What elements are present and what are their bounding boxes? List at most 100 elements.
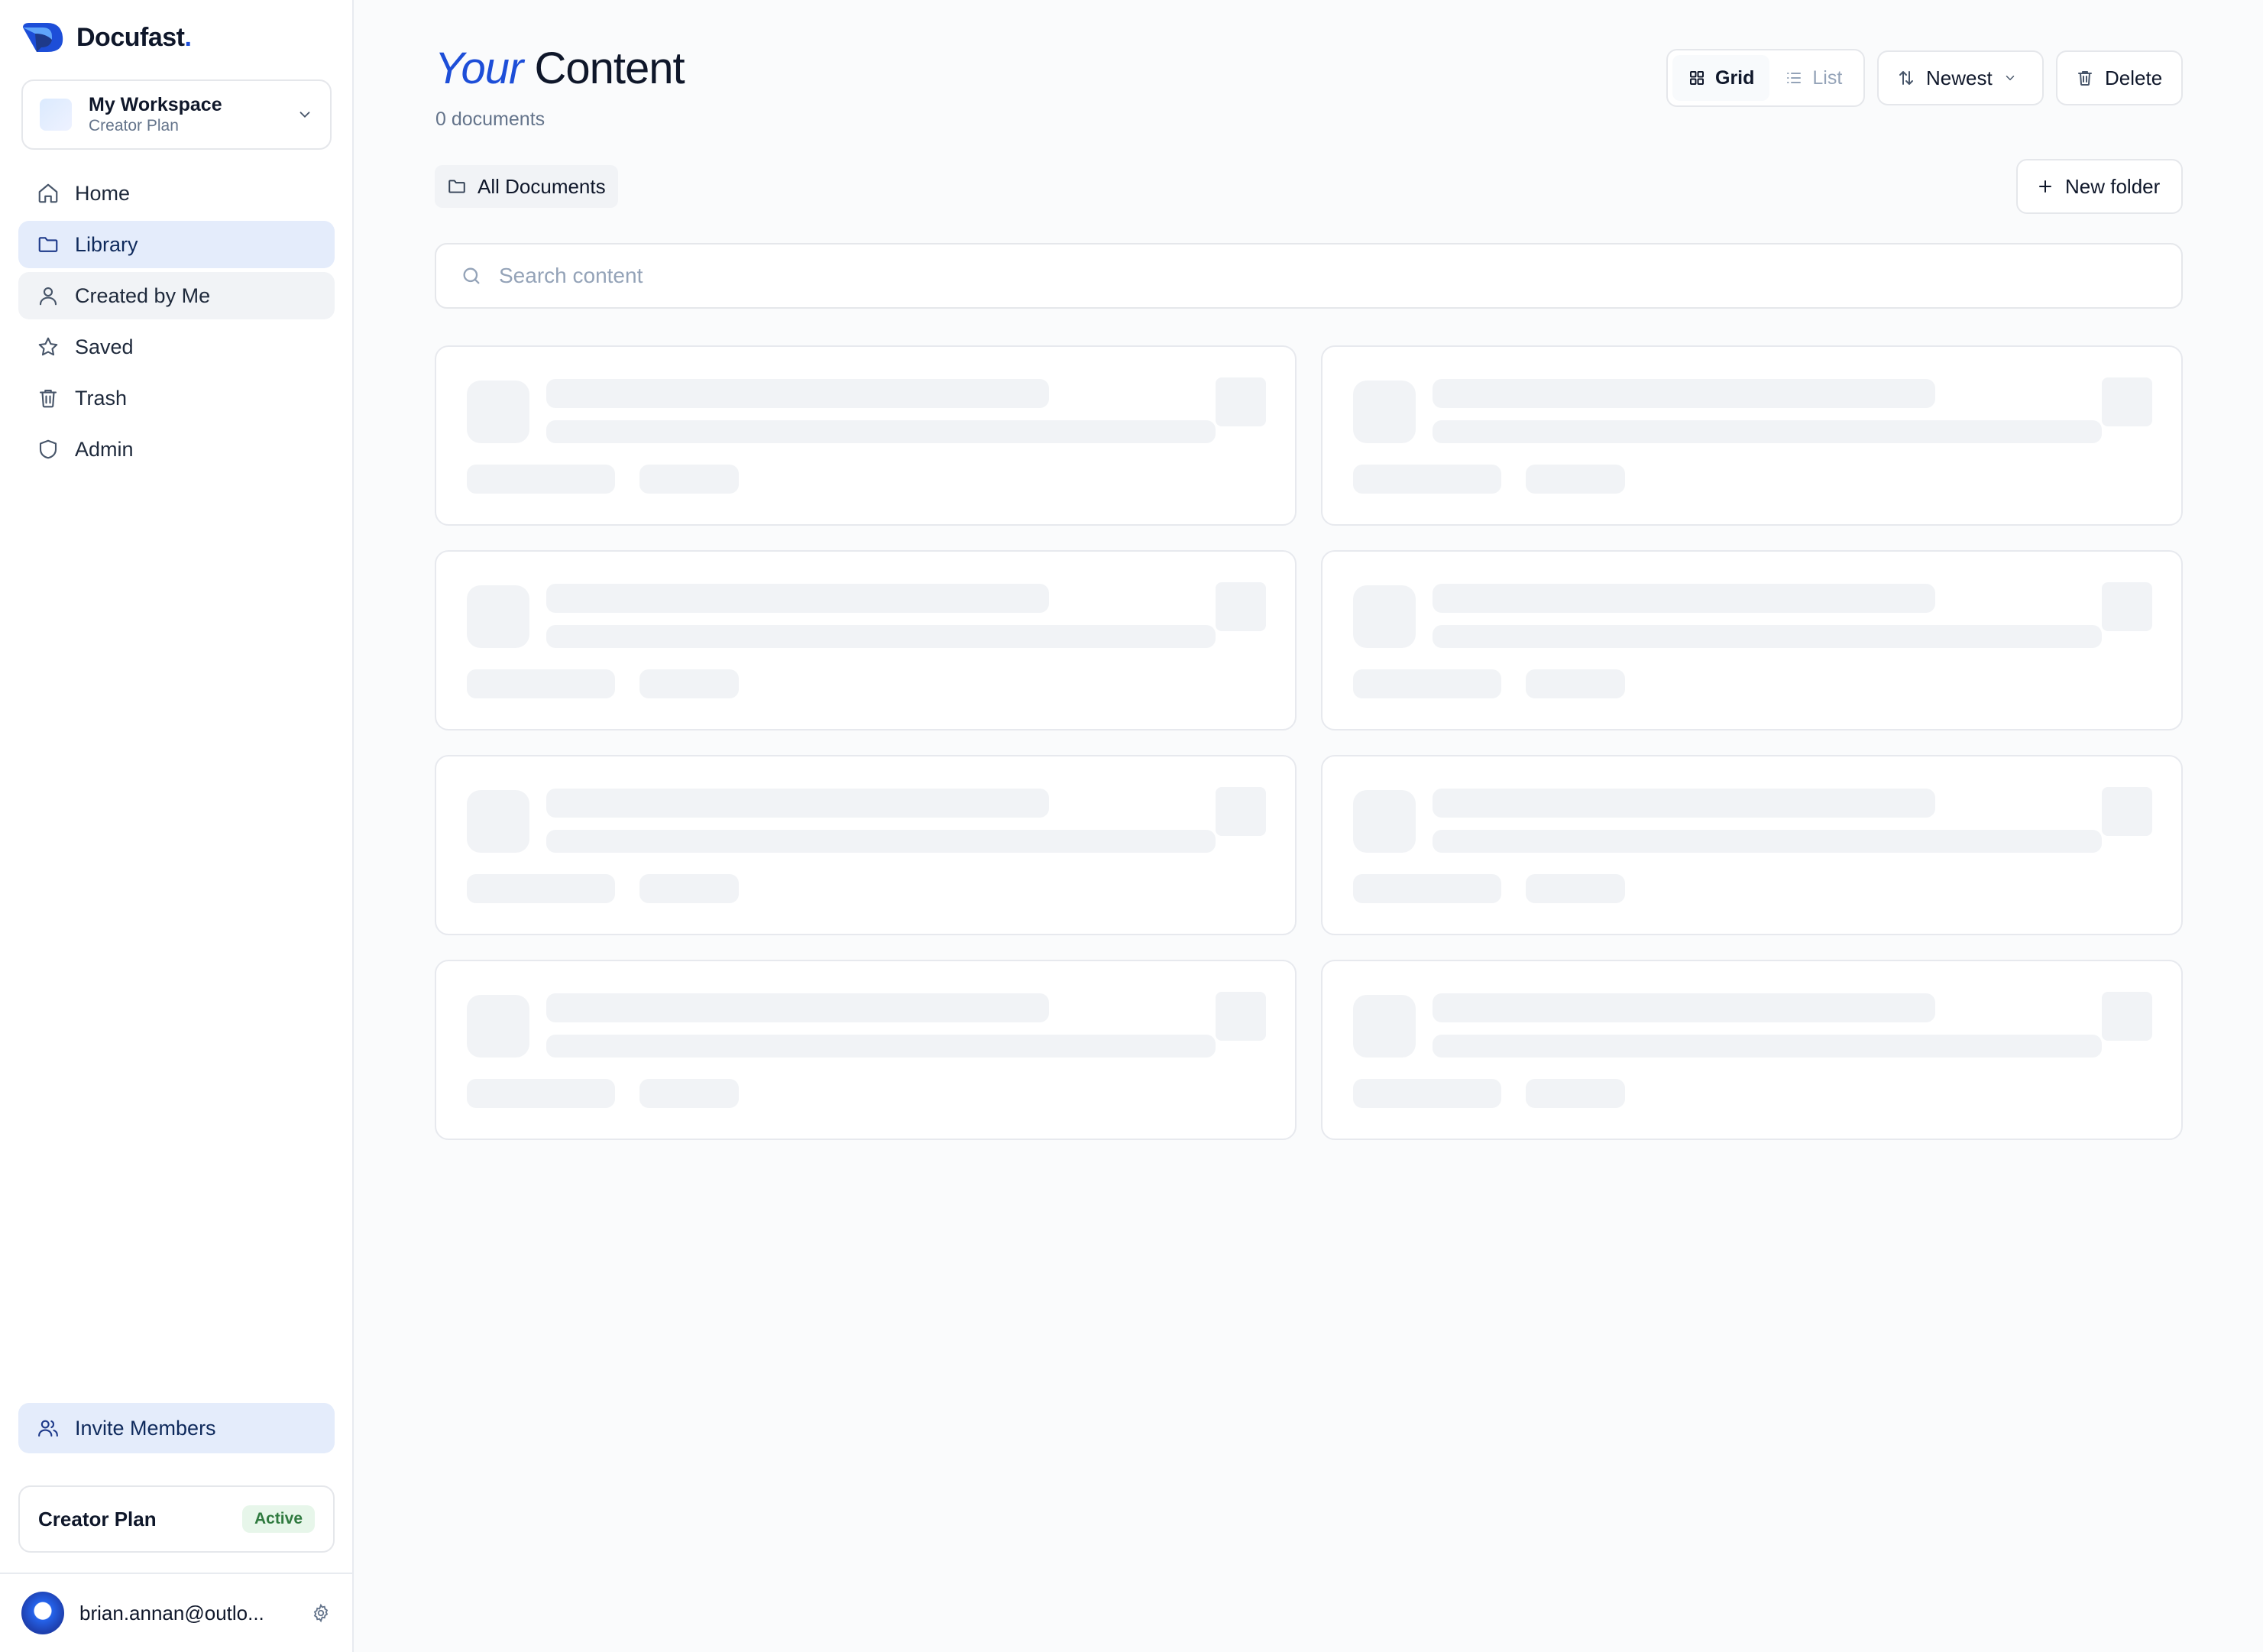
sidebar: Docufast. My Workspace Creator Plan Home… (0, 0, 354, 1652)
sort-icon (1899, 71, 1913, 85)
skeleton-action (1216, 787, 1266, 836)
workspace-name: My Workspace (89, 94, 222, 115)
search-input[interactable] (499, 264, 2157, 288)
user-email[interactable]: brian.annan@outlo... (79, 1602, 311, 1625)
brand[interactable]: Docufast. (21, 21, 192, 53)
workspace-switcher[interactable]: My Workspace Creator Plan (21, 79, 332, 150)
view-toggle: Grid List (1666, 49, 1865, 107)
skeleton-line2 (546, 420, 1216, 443)
skeleton-tag1 (467, 874, 615, 903)
plan-name: Creator Plan (38, 1507, 157, 1531)
page-title-rest: Content (534, 44, 685, 93)
skeleton-tag2 (1526, 874, 1625, 903)
skeleton-icon (1353, 995, 1416, 1058)
sidebar-item-library[interactable]: Library (18, 221, 335, 268)
sidebar-item-label: Library (75, 232, 138, 256)
skeleton-action (1216, 582, 1266, 631)
content-grid (435, 345, 2183, 1140)
skeleton-line2 (1433, 420, 2102, 443)
chevron-down-icon (2006, 76, 2014, 81)
delete-label: Delete (2105, 66, 2163, 89)
trash-icon (2078, 71, 2092, 86)
list-icon (1787, 73, 1802, 83)
skeleton-icon (467, 381, 529, 443)
avatar[interactable] (21, 1592, 64, 1634)
gear-icon[interactable] (311, 1603, 331, 1623)
invite-members-label: Invite Members (75, 1416, 216, 1440)
sidebar-item-label: Admin (75, 437, 134, 461)
skeleton-card (435, 755, 1297, 935)
delete-button[interactable]: Delete (2056, 50, 2183, 105)
skeleton-action (2102, 582, 2152, 631)
skeleton-card (1321, 345, 2183, 526)
brand-name: Docufast. (76, 22, 192, 52)
star-icon (38, 337, 58, 356)
sidebar-item-home[interactable]: Home (18, 170, 335, 217)
sidebar-item-label: Trash (75, 386, 128, 410)
skeleton-line2 (1433, 830, 2102, 853)
workspace-avatar (40, 99, 72, 131)
home-icon (38, 183, 58, 203)
skeleton-line2 (1433, 625, 2102, 648)
document-count: 0 documents (435, 109, 546, 130)
skeleton-line2 (546, 625, 1216, 648)
skeleton-icon (1353, 790, 1416, 853)
user-bar: brian.annan@outlo... (0, 1573, 352, 1652)
skeleton-line1 (1433, 789, 1935, 818)
skeleton-line1 (546, 789, 1049, 818)
skeleton-line2 (546, 1035, 1216, 1058)
shield-icon (39, 439, 57, 459)
new-folder-button[interactable]: New folder (2016, 159, 2183, 214)
sidebar-item-admin[interactable]: Admin (18, 426, 335, 473)
skeleton-icon (1353, 381, 1416, 443)
sort-label: Newest (1926, 66, 1993, 89)
trash-icon (39, 389, 57, 408)
skeleton-card (435, 550, 1297, 730)
page-title-accent: Your (435, 44, 523, 93)
skeleton-line1 (1433, 584, 1935, 613)
sidebar-item-saved[interactable]: Saved (18, 323, 335, 371)
skeleton-tag2 (1526, 1079, 1625, 1108)
sidebar-item-created-by-me[interactable]: Created by Me (18, 272, 335, 319)
plan-card[interactable]: Creator Plan Active (18, 1485, 335, 1553)
skeleton-tag2 (1526, 669, 1625, 698)
skeleton-card (1321, 755, 2183, 935)
skeleton-line2 (546, 830, 1216, 853)
skeleton-tag1 (1353, 1079, 1501, 1108)
grid-icon (1690, 71, 1704, 85)
skeleton-action (2102, 787, 2152, 836)
skeleton-line1 (1433, 379, 1935, 408)
skeleton-tag2 (639, 669, 739, 698)
list-view-button[interactable]: List (1769, 55, 1857, 101)
search-icon (463, 267, 480, 284)
grid-view-button[interactable]: Grid (1672, 55, 1770, 101)
plus-icon (2039, 180, 2051, 193)
skeleton-card (435, 960, 1297, 1140)
skeleton-tag1 (467, 669, 615, 698)
skeleton-icon (467, 995, 529, 1058)
page-title: Your Content (435, 43, 685, 94)
skeleton-action (2102, 992, 2152, 1041)
skeleton-card (1321, 960, 2183, 1140)
sort-dropdown[interactable]: Newest (1877, 50, 2044, 105)
users-icon (38, 1420, 58, 1437)
skeleton-tag2 (639, 1079, 739, 1108)
skeleton-line1 (546, 993, 1049, 1022)
sidebar-item-label: Home (75, 181, 131, 205)
grid-view-label: Grid (1715, 66, 1755, 89)
chevron-down-icon (299, 112, 310, 118)
skeleton-tag2 (1526, 465, 1625, 494)
workspace-plan: Creator Plan (89, 117, 179, 134)
invite-members-button[interactable]: Invite Members (18, 1403, 335, 1453)
skeleton-card (1321, 550, 2183, 730)
skeleton-tag1 (1353, 669, 1501, 698)
search-bar (435, 243, 2183, 309)
status-badge: Active (241, 1505, 315, 1533)
skeleton-tag1 (1353, 874, 1501, 903)
user-icon (39, 287, 57, 306)
skeleton-action (2102, 377, 2152, 426)
folder-chip-all-documents[interactable]: All Documents (435, 165, 618, 208)
skeleton-tag2 (639, 874, 739, 903)
sidebar-item-trash[interactable]: Trash (18, 374, 335, 422)
skeleton-line1 (546, 379, 1049, 408)
